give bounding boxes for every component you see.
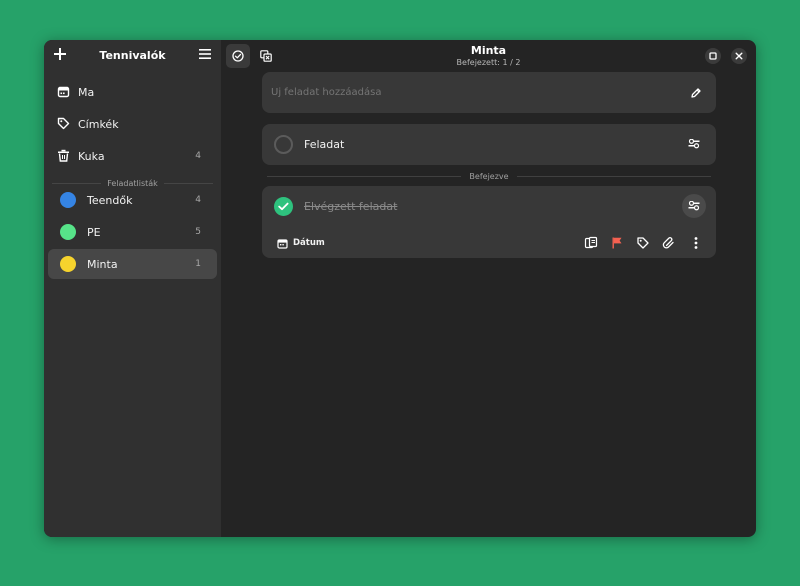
- list-label: Teendők: [87, 194, 133, 207]
- checkmark-icon: [278, 202, 289, 211]
- sidebar: Tennivalók Ma Címkék Kuka 4 Feladatlistá…: [44, 40, 221, 537]
- add-task-entry: [262, 72, 716, 113]
- notes-icon[interactable]: [584, 236, 598, 250]
- attachment-icon[interactable]: [662, 236, 676, 250]
- task-details-button[interactable]: [682, 132, 706, 156]
- list-color-dot: [60, 256, 76, 272]
- task-checkbox-checked[interactable]: [274, 197, 293, 216]
- app-window: Tennivalók Ma Címkék Kuka 4 Feladatlistá…: [44, 40, 756, 537]
- task-title: Elvégzett feladat: [304, 200, 398, 213]
- sidebar-item-today[interactable]: Ma: [48, 77, 217, 107]
- list-count: 5: [195, 227, 201, 237]
- task-checkbox[interactable]: [274, 135, 293, 154]
- hamburger-menu-icon[interactable]: [199, 49, 211, 59]
- separator-line: [267, 175, 462, 177]
- new-task-input[interactable]: [271, 87, 671, 98]
- sidebar-header: Tennivalók: [44, 40, 221, 72]
- maximize-icon: [709, 52, 717, 60]
- tag-icon: [57, 117, 70, 130]
- completed-section-label: Befejezve: [469, 171, 509, 181]
- separator-line: [163, 182, 213, 184]
- more-options-icon[interactable]: [689, 236, 703, 250]
- sidebar-item-label: Ma: [78, 86, 95, 99]
- settings-toggle-icon: [688, 139, 700, 149]
- page-title: Minta: [470, 44, 507, 57]
- sidebar-item-trash[interactable]: Kuka 4: [48, 141, 217, 171]
- task-title: Feladat: [304, 138, 345, 151]
- flag-icon[interactable]: [610, 236, 624, 250]
- maximize-button[interactable]: [705, 48, 721, 64]
- list-count: 1: [195, 259, 201, 269]
- calendar-icon: [277, 238, 288, 249]
- calendar-icon: [57, 86, 70, 98]
- completed-task-row[interactable]: Elvégzett feladat Dátum: [262, 186, 716, 258]
- task-list-minta[interactable]: Minta 1: [48, 249, 217, 279]
- close-icon: [735, 52, 743, 60]
- sidebar-item-count: 4: [195, 151, 201, 161]
- trash-icon: [58, 149, 69, 162]
- tag-icon[interactable]: [636, 236, 650, 250]
- task-list-teendok[interactable]: Teendők 4: [48, 185, 217, 215]
- list-label: PE: [87, 226, 101, 239]
- pencil-icon[interactable]: [690, 87, 702, 99]
- sidebar-item-label: Címkék: [78, 118, 119, 131]
- task-row[interactable]: Feladat: [262, 124, 716, 165]
- list-color-dot: [60, 224, 76, 240]
- date-label: Dátum: [293, 238, 325, 248]
- task-details-button[interactable]: [682, 194, 706, 218]
- list-color-dot: [60, 192, 76, 208]
- settings-toggle-icon: [688, 201, 700, 211]
- sidebar-item-tags[interactable]: Címkék: [48, 109, 217, 139]
- main-content: Minta Befejezett: 1 / 2 Feladat: [221, 40, 756, 537]
- completed-section-separator: Befejezve: [267, 171, 711, 181]
- date-button[interactable]: Dátum: [277, 236, 325, 250]
- list-label: Minta: [87, 258, 118, 271]
- task-list-pe[interactable]: PE 5: [48, 217, 217, 247]
- separator-line: [52, 182, 102, 184]
- separator-line: [516, 175, 711, 177]
- sidebar-title: Tennivalók: [99, 49, 166, 62]
- close-button[interactable]: [731, 48, 747, 64]
- completed-count: Befejezett: 1 / 2: [456, 58, 521, 67]
- list-count: 4: [195, 195, 201, 205]
- sidebar-item-label: Kuka: [78, 150, 105, 163]
